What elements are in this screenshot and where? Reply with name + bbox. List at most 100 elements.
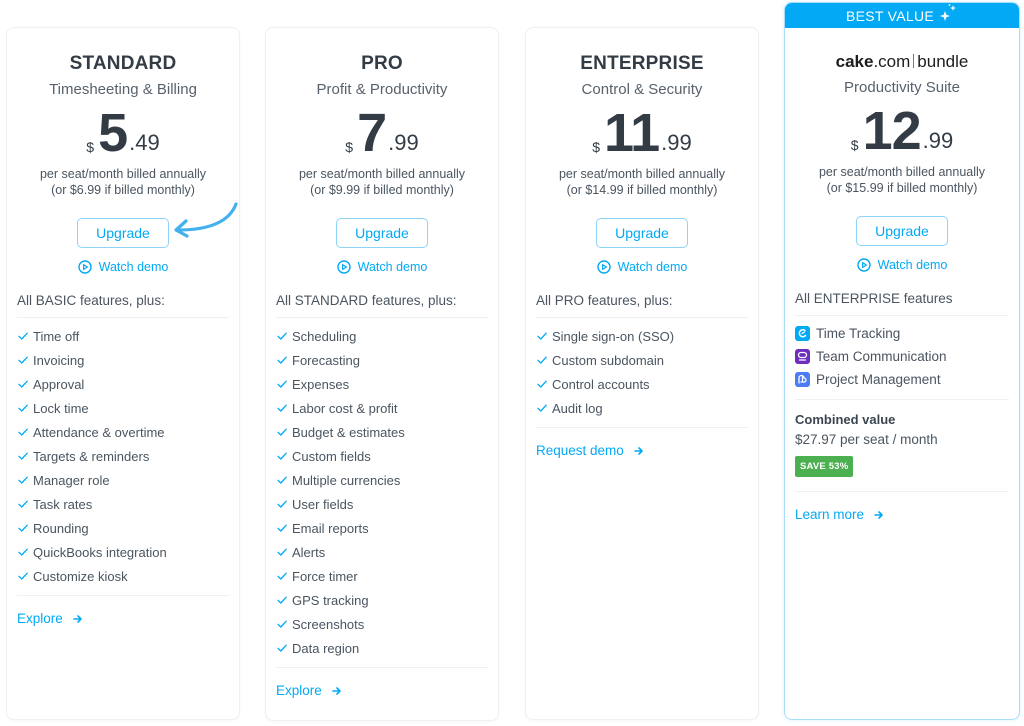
billing-info: per seat/month billed annually (or $15.9… <box>785 164 1019 196</box>
plan-subtitle: Productivity Suite <box>844 79 960 96</box>
logo-cake: cake <box>835 52 874 71</box>
feature-item: Lock time <box>17 396 229 420</box>
features-heading: All BASIC features, plus: <box>17 293 229 318</box>
check-icon <box>277 476 287 484</box>
watch-demo-link[interactable]: Watch demo <box>785 258 1019 272</box>
check-icon <box>18 548 28 556</box>
feature-label: Multiple currencies <box>292 472 401 488</box>
upgrade-button[interactable]: Upgrade <box>336 218 428 248</box>
annotation-arrow-icon <box>174 202 238 238</box>
feature-list: Scheduling Forecasting Expenses Labor cost … <box>276 318 488 668</box>
feature-item: Scheduling <box>276 324 488 348</box>
plan-card-pro: PRO Profit & Productivity $ 7 .99 per se… <box>265 27 499 721</box>
play-circle-icon <box>596 260 611 274</box>
arrow-right-icon <box>874 510 883 519</box>
features-heading: All STANDARD features, plus: <box>276 293 488 318</box>
combined-value-section: Combined value $27.97 per seat / month S… <box>795 400 1009 492</box>
feature-label: Custom fields <box>292 448 371 464</box>
feature-list: Single sign-on (SSO) Custom subdomain Cont… <box>536 318 748 428</box>
feature-label: Lock time <box>33 400 89 416</box>
cake-bundle-logo: cake .com bundle <box>785 52 1019 72</box>
feature-label: Labor cost & profit <box>292 400 398 416</box>
check-icon <box>18 476 28 484</box>
check-icon <box>277 356 287 364</box>
sparkles-icon <box>940 3 957 21</box>
app-label: Project Management <box>816 372 941 387</box>
price-integer: 5 <box>98 103 128 163</box>
check-icon <box>277 644 287 652</box>
feature-label: Manager role <box>33 472 110 488</box>
logo-com: .com <box>873 52 911 71</box>
feature-item: Budget & estimates <box>276 420 488 444</box>
check-icon <box>18 380 28 388</box>
feature-label: Approval <box>33 376 85 392</box>
explore-link[interactable]: Explore <box>17 611 229 626</box>
feature-item: Invoicing <box>17 348 229 372</box>
arrow-right-icon <box>634 446 643 455</box>
check-icon <box>277 572 287 580</box>
features-heading: All PRO features, plus: <box>536 293 748 318</box>
feature-item: Task rates <box>17 492 229 516</box>
feature-item: Time off <box>17 324 229 348</box>
explore-label: Explore <box>276 683 322 698</box>
feature-label: Force timer <box>292 568 358 584</box>
upgrade-button[interactable]: Upgrade <box>77 218 169 248</box>
price-decimal: .49 <box>129 130 160 155</box>
billing-annual: per seat/month billed annually <box>298 167 466 181</box>
combined-value-price: $27.97 per seat / month <box>795 432 938 447</box>
check-icon <box>277 500 287 508</box>
price-decimal: .99 <box>922 128 954 153</box>
watch-demo-link[interactable]: Watch demo <box>7 260 239 274</box>
team-communication-icon <box>795 349 810 364</box>
plan-price: $ 11 .99 <box>526 104 758 160</box>
feature-label: Data region <box>292 640 360 656</box>
app-item-project-management: Project Management <box>795 368 1009 391</box>
feature-label: User fields <box>292 496 354 512</box>
save-badge: SAVE 53% <box>795 456 854 477</box>
check-icon <box>277 524 287 532</box>
billing-monthly: (or $14.99 if billed monthly) <box>566 183 718 197</box>
feature-label: Scheduling <box>292 328 357 344</box>
price-integer: 7 <box>357 103 387 163</box>
feature-item: Data region <box>276 636 488 660</box>
feature-item: Email reports <box>276 516 488 540</box>
check-icon <box>18 428 28 436</box>
feature-item: Forecasting <box>276 348 488 372</box>
explore-link[interactable]: Explore <box>276 683 488 698</box>
plan-name: STANDARD <box>69 53 177 74</box>
plan-price: $ 12 .99 <box>785 102 1019 158</box>
request-demo-link[interactable]: Request demo <box>536 443 748 458</box>
billing-annual: per seat/month billed annually <box>818 165 986 179</box>
billing-info: per seat/month billed annually (or $6.99… <box>7 166 239 198</box>
time-tracking-icon <box>795 326 810 341</box>
feature-label: QuickBooks integration <box>33 544 167 560</box>
check-icon <box>18 356 28 364</box>
upgrade-button[interactable]: Upgrade <box>856 216 948 246</box>
learn-more-label: Learn more <box>795 507 865 522</box>
watch-demo-link[interactable]: Watch demo <box>266 260 498 274</box>
feature-item: Attendance & overtime <box>17 420 229 444</box>
check-icon <box>277 332 287 340</box>
check-icon <box>277 596 287 604</box>
app-label: Team Communication <box>816 349 947 364</box>
price-integer: 12 <box>862 101 922 161</box>
check-icon <box>277 452 287 460</box>
feature-label: Attendance & overtime <box>33 424 165 440</box>
feature-item: Labor cost & profit <box>276 396 488 420</box>
play-circle-icon <box>856 258 871 272</box>
feature-label: Time off <box>33 328 80 344</box>
feature-item: Audit log <box>536 396 748 420</box>
watch-demo-link[interactable]: Watch demo <box>526 260 758 274</box>
billing-annual: per seat/month billed annually <box>39 167 207 181</box>
upgrade-button[interactable]: Upgrade <box>596 218 688 248</box>
logo-bundle: bundle <box>917 52 969 71</box>
learn-more-link[interactable]: Learn more <box>795 507 1009 522</box>
app-item-time-tracking: Time Tracking <box>795 322 1009 345</box>
check-icon <box>18 404 28 412</box>
feature-list: Time off Invoicing Approval Lock time Attend… <box>17 318 229 596</box>
price-currency: $ <box>86 139 95 155</box>
feature-label: Expenses <box>292 376 350 392</box>
play-circle-icon <box>77 260 92 274</box>
plan-name: PRO <box>361 53 403 74</box>
check-icon <box>18 332 28 340</box>
